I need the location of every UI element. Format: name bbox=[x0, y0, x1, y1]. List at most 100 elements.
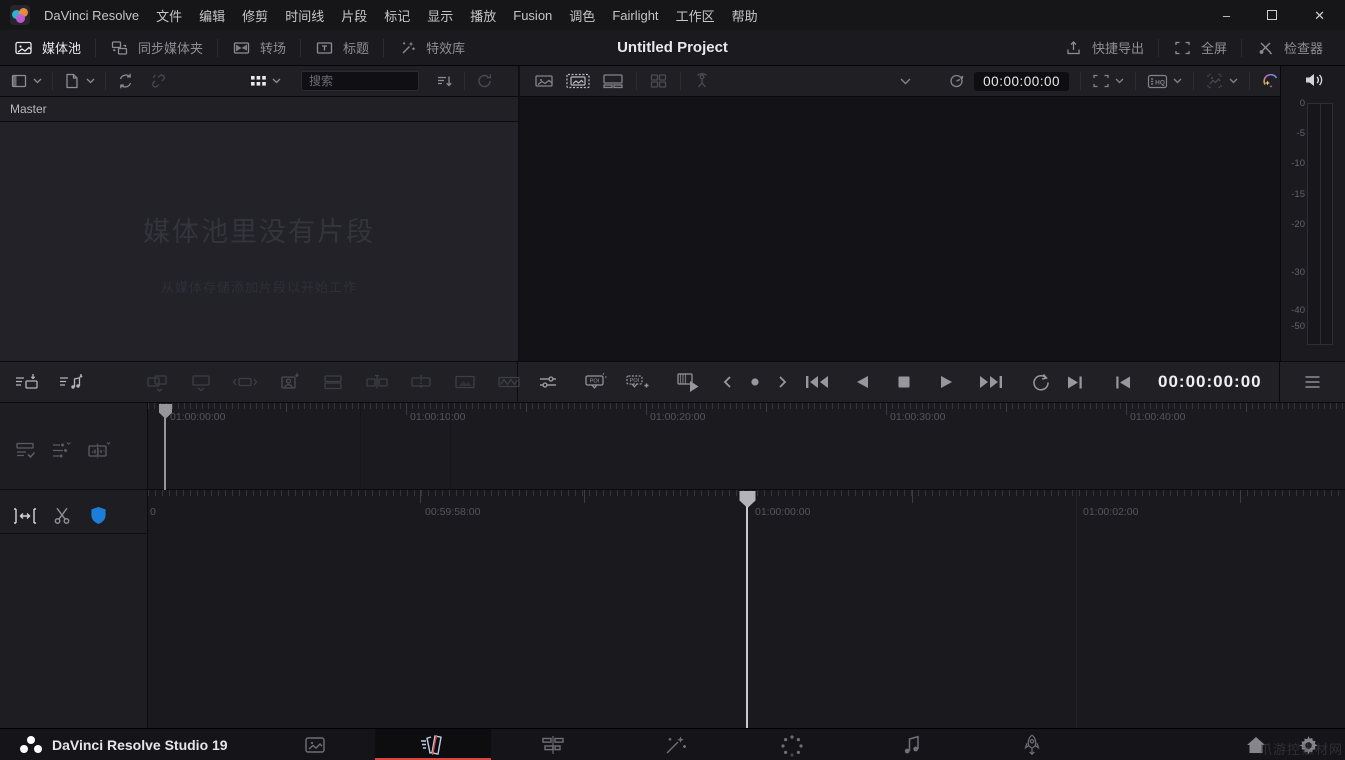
go-to-end-button[interactable] bbox=[978, 374, 1004, 390]
overview-ruler-ticks[interactable] bbox=[148, 403, 1345, 409]
stop-button[interactable] bbox=[896, 374, 912, 390]
viewer-timecode[interactable]: 00:00:00:00 bbox=[974, 72, 1069, 91]
resync-media-icon[interactable] bbox=[116, 72, 135, 90]
timeline-detail[interactable]: 0 00:59:58:00 01:00:00:00 01:00:02:00 bbox=[0, 490, 1345, 728]
menu-edit[interactable]: 编辑 bbox=[199, 6, 225, 25]
menu-timeline[interactable]: 时间线 bbox=[285, 6, 324, 25]
ai-enhance-icon[interactable] bbox=[1261, 72, 1280, 90]
split-clips-icon[interactable] bbox=[52, 506, 72, 526]
transport-timecode[interactable]: 00:00:00:00 bbox=[1158, 372, 1262, 392]
menu-file[interactable]: 文件 bbox=[156, 6, 182, 25]
detail-playhead-line[interactable] bbox=[746, 506, 748, 728]
sort-icon[interactable] bbox=[435, 72, 454, 90]
page-tab-media[interactable] bbox=[286, 729, 344, 760]
menu-help[interactable]: 帮助 bbox=[732, 6, 758, 25]
menu-trim[interactable]: 修剪 bbox=[242, 6, 268, 25]
split-clip-button[interactable] bbox=[364, 372, 390, 392]
inspector-toggle[interactable]: 检查器 bbox=[1242, 38, 1337, 57]
multicam-view-icon[interactable] bbox=[649, 72, 668, 90]
page-tab-fairlight[interactable] bbox=[883, 729, 941, 760]
tools-button[interactable] bbox=[538, 373, 558, 391]
ripple-overwrite-button[interactable] bbox=[144, 372, 170, 392]
match-frame-prev-icon[interactable] bbox=[1114, 375, 1132, 390]
page-tab-deliver[interactable] bbox=[1003, 729, 1061, 760]
grid-view-icon[interactable] bbox=[250, 73, 267, 89]
menu-color[interactable]: 调色 bbox=[569, 6, 595, 25]
menu-workspace[interactable]: 工作区 bbox=[676, 6, 715, 25]
page-tab-color[interactable] bbox=[763, 729, 821, 760]
playback-quality-icon[interactable]: HQ bbox=[1147, 73, 1168, 90]
chevron-down-icon[interactable] bbox=[33, 78, 42, 84]
page-tab-edit[interactable] bbox=[524, 729, 582, 760]
chevron-down-icon[interactable] bbox=[272, 78, 281, 84]
close-up-button[interactable] bbox=[188, 372, 214, 392]
step-back-icon[interactable] bbox=[722, 375, 732, 389]
bin-list-toggle-icon[interactable] bbox=[10, 72, 28, 90]
bin-name-bar[interactable]: Master bbox=[0, 97, 518, 122]
transitions-toggle[interactable]: 转场 bbox=[218, 30, 300, 65]
chevron-down-icon[interactable] bbox=[1229, 78, 1238, 84]
media-pool-toggle[interactable]: 媒体池 bbox=[0, 30, 95, 65]
fullscreen-button[interactable]: 全屏 bbox=[1159, 38, 1241, 57]
source-tape-view-icon[interactable] bbox=[566, 72, 590, 90]
go-to-start-button[interactable] bbox=[804, 374, 830, 390]
append-audio-button[interactable] bbox=[58, 372, 84, 392]
viewer-fullscreen-icon[interactable] bbox=[1092, 73, 1110, 89]
page-tab-cut[interactable] bbox=[375, 729, 491, 760]
menu-clip[interactable]: 片段 bbox=[341, 6, 367, 25]
close-button[interactable]: ✕ bbox=[1314, 9, 1325, 22]
menu-view[interactable]: 显示 bbox=[427, 6, 453, 25]
timeline-options-menu-icon[interactable] bbox=[1304, 375, 1321, 389]
trim-mode-icon[interactable] bbox=[12, 506, 38, 526]
play-button[interactable] bbox=[938, 374, 954, 390]
minimize-button[interactable]: – bbox=[1223, 9, 1230, 22]
step-forward-icon[interactable] bbox=[778, 375, 788, 389]
timeline-options-icon[interactable] bbox=[15, 441, 37, 461]
play-reverse-button[interactable] bbox=[854, 374, 870, 390]
chevron-down-icon[interactable] bbox=[86, 78, 95, 84]
titles-toggle[interactable]: 标题 bbox=[301, 30, 383, 65]
source-clip-view-icon[interactable] bbox=[534, 72, 554, 90]
maximize-button[interactable] bbox=[1267, 10, 1277, 20]
overview-playhead-line[interactable] bbox=[164, 418, 166, 490]
menu-fairlight[interactable]: Fairlight bbox=[612, 8, 658, 23]
refresh-icon[interactable] bbox=[475, 72, 494, 90]
search-input[interactable] bbox=[301, 71, 419, 91]
sync-bin-toggle[interactable]: 同步媒体夹 bbox=[96, 30, 217, 65]
menu-fusion[interactable]: Fusion bbox=[513, 8, 552, 23]
clip-selector-dropdown-icon[interactable] bbox=[900, 78, 911, 85]
timeline-overview[interactable]: 01:00:00:00 01:00:10:00 01:00:20:00 01:0… bbox=[0, 403, 1345, 490]
viewer-area[interactable] bbox=[520, 97, 1280, 361]
audio-trim-icon[interactable] bbox=[87, 441, 111, 461]
picture-in-box-button[interactable] bbox=[452, 372, 478, 392]
source-overwrite-button[interactable] bbox=[276, 372, 302, 392]
effects-library-toggle[interactable]: 特效库 bbox=[384, 30, 479, 65]
record-icon[interactable] bbox=[748, 375, 762, 389]
overwrite-track-button[interactable] bbox=[320, 372, 346, 392]
chevron-down-icon[interactable] bbox=[1115, 78, 1124, 84]
menu-mark[interactable]: 标记 bbox=[384, 6, 410, 25]
track-tools-icon[interactable] bbox=[51, 441, 73, 461]
poi-add-button[interactable]: POI bbox=[624, 372, 650, 392]
grade-bypass-icon[interactable] bbox=[1205, 72, 1224, 90]
place-on-top-button[interactable] bbox=[232, 372, 258, 392]
snap-split-button[interactable] bbox=[408, 372, 434, 392]
menu-playback[interactable]: 播放 bbox=[470, 6, 496, 25]
page-tab-fusion[interactable] bbox=[646, 729, 704, 760]
match-frame-next-icon[interactable] bbox=[1066, 375, 1084, 390]
chevron-down-icon[interactable] bbox=[1173, 78, 1182, 84]
timeline-view-icon[interactable] bbox=[602, 72, 624, 90]
media-pool-content[interactable]: 媒体池里没有片段 从媒体存储添加片段以开始工作 bbox=[0, 122, 518, 361]
menu-app[interactable]: DaVinci Resolve bbox=[44, 8, 139, 23]
speaker-icon[interactable] bbox=[1303, 70, 1325, 90]
smart-insert-button[interactable] bbox=[14, 372, 40, 392]
sync-lock-shield-icon[interactable] bbox=[90, 506, 107, 525]
loop-button[interactable] bbox=[1030, 373, 1050, 392]
quick-export-button[interactable]: 快捷导出 bbox=[1050, 38, 1158, 57]
import-media-icon[interactable] bbox=[63, 72, 81, 90]
play-clip-button[interactable] bbox=[676, 371, 702, 393]
jog-control-icon[interactable] bbox=[947, 72, 966, 90]
unlink-media-icon[interactable] bbox=[149, 72, 168, 90]
live-overwrite-icon[interactable] bbox=[693, 72, 711, 90]
poi-marker-button[interactable]: POI bbox=[582, 372, 608, 392]
